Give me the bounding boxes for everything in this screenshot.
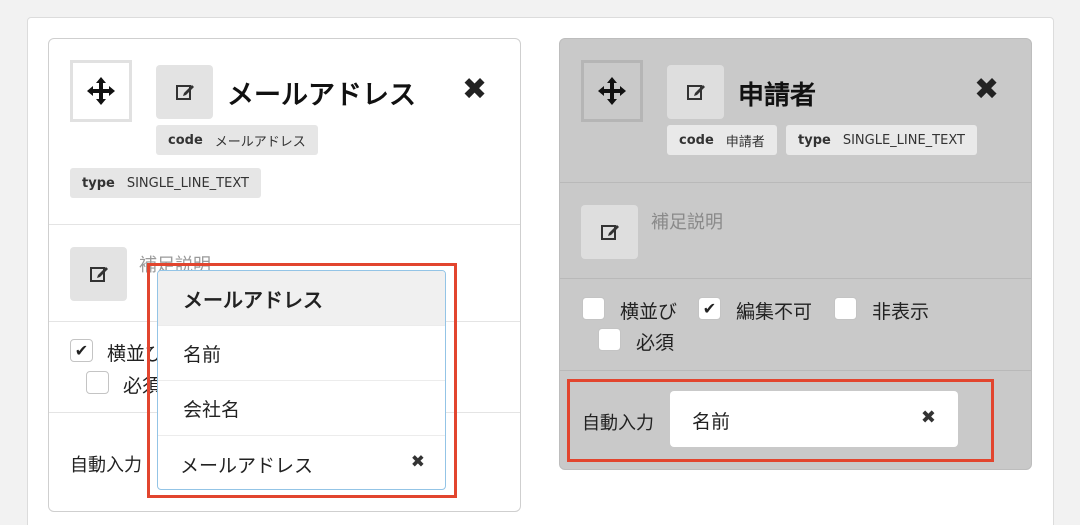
checkbox-label: 必須 xyxy=(123,375,162,397)
auto-input-select[interactable]: 名前 ✖ xyxy=(670,391,958,447)
field-title: 申請者 xyxy=(738,81,817,111)
checkmark-icon: ✔ xyxy=(702,299,717,318)
code-badge: code メールアドレス xyxy=(156,125,318,155)
close-x-icon[interactable]: ✖ xyxy=(974,75,999,105)
dropdown-option[interactable]: メールアドレス xyxy=(158,271,445,326)
clear-x-icon[interactable]: ✖ xyxy=(921,407,936,428)
badge-key: type xyxy=(82,175,115,191)
checkbox-required[interactable] xyxy=(598,328,621,351)
edit-pencil-icon[interactable] xyxy=(156,65,213,119)
select-value: メールアドレス xyxy=(180,455,314,477)
checkbox-horizontal[interactable] xyxy=(582,297,605,320)
field-card-applicant: 申請者 ✖ code 申請者 type SINGLE_LINE_TEXT 補足説… xyxy=(559,38,1032,470)
badge-key: code xyxy=(679,132,714,148)
checkbox-label: 非表示 xyxy=(872,301,930,323)
checkbox-readonly[interactable]: ✔ xyxy=(698,297,721,320)
edit-pencil-icon[interactable] xyxy=(667,65,724,119)
type-badge: type SINGLE_LINE_TEXT xyxy=(70,168,261,198)
checkbox-required[interactable] xyxy=(86,371,109,394)
auto-input-label: 自動入力 xyxy=(70,455,142,476)
select-value: 名前 xyxy=(692,411,731,433)
move-arrows-icon[interactable] xyxy=(70,60,132,122)
divider xyxy=(560,370,1031,371)
badge-value: メールアドレス xyxy=(214,134,306,150)
badge-key: code xyxy=(168,132,203,148)
description-placeholder[interactable]: 補足説明 xyxy=(651,208,723,234)
dropdown-option[interactable]: 名前 xyxy=(158,326,445,381)
checkbox-label: 必須 xyxy=(636,332,675,354)
type-badge: type SINGLE_LINE_TEXT xyxy=(786,125,977,155)
checkbox-label: 編集不可 xyxy=(736,301,813,323)
edit-pencil-icon[interactable] xyxy=(70,247,127,301)
divider xyxy=(560,278,1031,279)
badge-value: SINGLE_LINE_TEXT xyxy=(126,175,249,191)
checkbox-horizontal[interactable]: ✔ xyxy=(70,339,93,362)
auto-input-dropdown[interactable]: メールアドレス 名前 会社名 メールアドレス ✖ xyxy=(157,270,446,490)
dropdown-option[interactable]: 会社名 xyxy=(158,381,445,436)
auto-input-select[interactable]: メールアドレス ✖ xyxy=(158,437,445,489)
checkbox-hidden[interactable] xyxy=(834,297,857,320)
close-x-icon[interactable]: ✖ xyxy=(462,75,487,105)
checkmark-icon: ✔ xyxy=(74,341,89,360)
badge-key: type xyxy=(798,132,831,148)
divider xyxy=(560,182,1031,183)
edit-pencil-icon[interactable] xyxy=(581,205,638,259)
badge-value: SINGLE_LINE_TEXT xyxy=(842,132,965,148)
move-arrows-icon[interactable] xyxy=(581,60,643,122)
auto-input-label: 自動入力 xyxy=(582,413,654,434)
checkbox-label: 横並び xyxy=(620,301,678,323)
code-badge: code 申請者 xyxy=(667,125,777,155)
field-title: メールアドレス xyxy=(227,80,416,111)
badge-value: 申請者 xyxy=(725,134,765,150)
checkbox-label: 横並び xyxy=(107,343,165,365)
clear-x-icon[interactable]: ✖ xyxy=(411,452,425,472)
divider xyxy=(49,224,520,225)
